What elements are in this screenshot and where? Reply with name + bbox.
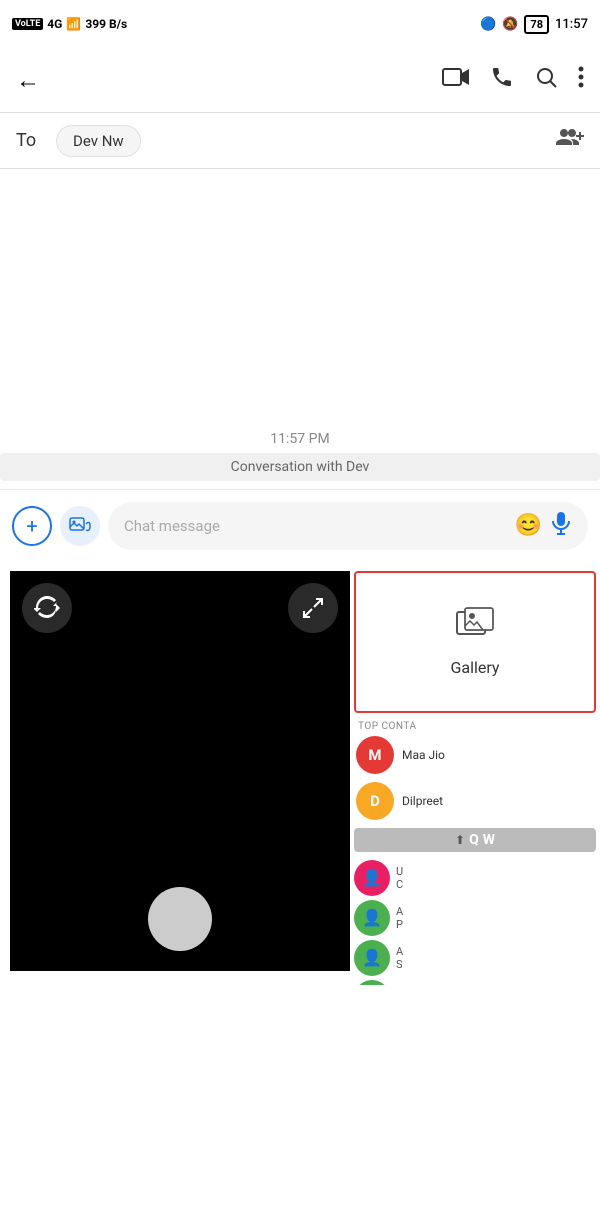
emoji-icon[interactable]: 😊 bbox=[515, 513, 542, 538]
keyboard-hint[interactable]: ⬆ Q W bbox=[354, 828, 596, 852]
contact-avatar-dilpreet: D bbox=[356, 782, 394, 820]
timestamp: 11:57 PM bbox=[270, 431, 329, 447]
video-call-icon[interactable] bbox=[442, 67, 470, 93]
chat-message-placeholder[interactable]: Chat message bbox=[124, 517, 507, 535]
more-contact-avatar-3: 👤 bbox=[354, 940, 390, 976]
message-bar: + Chat message 😊 bbox=[0, 489, 600, 561]
app-bar-icons bbox=[442, 65, 584, 95]
bluetooth-icon: 🔵 bbox=[480, 17, 496, 32]
battery-indicator: 78 bbox=[524, 15, 549, 34]
signal-strength: 4G bbox=[47, 17, 62, 31]
to-label: To bbox=[16, 130, 44, 151]
more-vert-icon[interactable] bbox=[578, 65, 584, 95]
mic-icon[interactable] bbox=[550, 511, 572, 541]
status-right: 🔵 🔕 78 11:57 bbox=[480, 15, 588, 34]
more-contact-avatar-1: 👤 bbox=[354, 860, 390, 896]
chat-area: 11:57 PM Conversation with Dev bbox=[0, 169, 600, 489]
contact-name-maa: Maa Jio bbox=[402, 748, 445, 762]
camera-view bbox=[10, 571, 350, 971]
top-contacts-section: TOP CONTA M Maa Jio D Dilpreet ⬆ Q W bbox=[354, 721, 596, 852]
volte-badge: VoLTE bbox=[12, 18, 43, 30]
wifi-icon: 📶 bbox=[66, 17, 81, 31]
conversation-label: Conversation with Dev bbox=[0, 453, 600, 481]
add-contact-icon[interactable] bbox=[556, 126, 584, 156]
gallery-icon bbox=[455, 606, 495, 650]
search-icon[interactable] bbox=[534, 65, 558, 95]
back-button[interactable]: ← bbox=[16, 66, 40, 95]
more-contact-1[interactable]: 👤 UC bbox=[354, 860, 596, 896]
key-q: Q bbox=[469, 832, 479, 848]
more-contact-3[interactable]: 👤 AS bbox=[354, 940, 596, 976]
contact-row-dilpreet[interactable]: D Dilpreet bbox=[354, 778, 596, 824]
camera-rotate-button[interactable] bbox=[22, 583, 72, 633]
media-section: Gallery TOP CONTA M Maa Jio D Dilpreet bbox=[0, 561, 600, 985]
more-contact-4[interactable]: 👤 AD bbox=[354, 980, 596, 985]
add-icon: + bbox=[26, 514, 37, 538]
contact-avatar-maa: M bbox=[356, 736, 394, 774]
gallery-attach-button[interactable] bbox=[60, 506, 100, 546]
speed-indicator: 399 B/s bbox=[85, 17, 127, 31]
keyboard-arrow-icon: ⬆ bbox=[455, 833, 465, 847]
top-contacts-header: TOP CONTA bbox=[354, 721, 596, 732]
to-field: To Dev Nw bbox=[0, 113, 600, 169]
mute-icon: 🔕 bbox=[502, 17, 518, 32]
camera-shutter-button[interactable] bbox=[148, 887, 212, 951]
right-panel: Gallery TOP CONTA M Maa Jio D Dilpreet bbox=[350, 561, 600, 985]
gallery-tile[interactable]: Gallery bbox=[354, 571, 596, 713]
contact-row-maa[interactable]: M Maa Jio bbox=[354, 732, 596, 778]
message-input-wrap: Chat message 😊 bbox=[108, 502, 588, 550]
app-bar: ← bbox=[0, 48, 600, 112]
status-bar: VoLTE 4G 📶 399 B/s 🔵 🔕 78 11:57 bbox=[0, 0, 600, 48]
more-contacts: 👤 UC 👤 AP 👤 AS 👤 AD bbox=[354, 860, 596, 985]
phone-icon[interactable] bbox=[490, 65, 514, 95]
more-contact-avatar-4: 👤 bbox=[354, 980, 390, 985]
camera-expand-button[interactable] bbox=[288, 583, 338, 633]
more-contact-info-2: AP bbox=[396, 905, 403, 931]
more-contact-info-3: AS bbox=[396, 945, 403, 971]
more-contact-avatar-2: 👤 bbox=[354, 900, 390, 936]
time-display: 11:57 bbox=[555, 17, 588, 32]
contact-name-dilpreet: Dilpreet bbox=[402, 794, 443, 808]
gallery-label: Gallery bbox=[451, 658, 500, 677]
add-button[interactable]: + bbox=[12, 506, 52, 546]
more-contact-info-1: UC bbox=[396, 865, 403, 891]
status-left: VoLTE 4G 📶 399 B/s bbox=[12, 17, 127, 31]
key-w: W bbox=[483, 832, 495, 848]
more-contact-2[interactable]: 👤 AP bbox=[354, 900, 596, 936]
contact-chip-dev[interactable]: Dev Nw bbox=[56, 125, 141, 157]
